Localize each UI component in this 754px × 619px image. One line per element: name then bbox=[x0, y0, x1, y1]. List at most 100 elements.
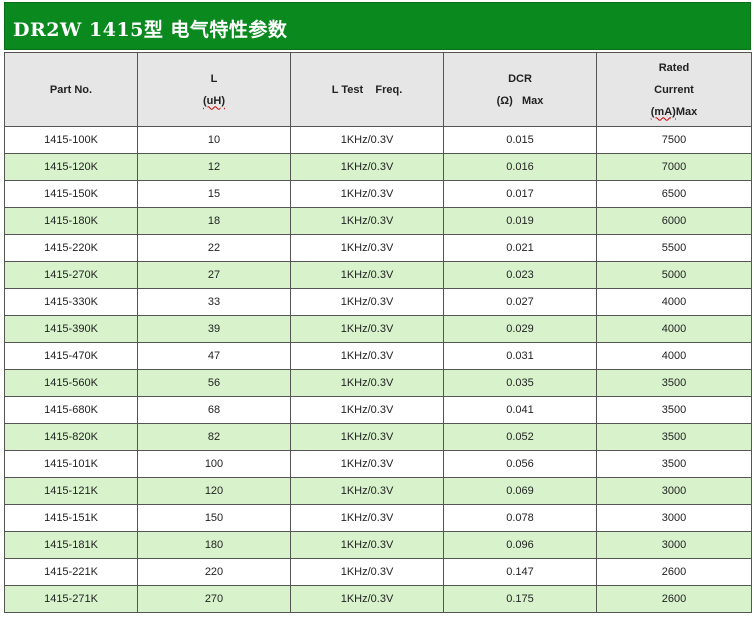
table-row: 1415-121K 120 1KHz/0.3V 0.069 3000 bbox=[4, 477, 752, 505]
header-l-label: L bbox=[210, 72, 218, 85]
inductance-cell: 270 bbox=[137, 585, 291, 613]
table-row: 1415-270K 27 1KHz/0.3V 0.023 5000 bbox=[4, 261, 752, 289]
dcr-cell: 0.175 bbox=[443, 585, 597, 613]
test-freq-cell: 1KHz/0.3V bbox=[290, 234, 444, 262]
test-freq-cell: 1KHz/0.3V bbox=[290, 504, 444, 532]
part-no-cell: 1415-390K bbox=[4, 315, 138, 343]
dcr-cell: 0.035 bbox=[443, 369, 597, 397]
inductance-cell: 120 bbox=[137, 477, 291, 505]
inductance-cell: 27 bbox=[137, 261, 291, 289]
test-freq-cell: 1KHz/0.3V bbox=[290, 261, 444, 289]
table-row: 1415-390K 39 1KHz/0.3V 0.029 4000 bbox=[4, 315, 752, 343]
rated-current-cell: 7000 bbox=[596, 153, 752, 181]
test-freq-cell: 1KHz/0.3V bbox=[290, 585, 444, 613]
test-freq-cell: 1KHz/0.3V bbox=[290, 558, 444, 586]
dcr-cell: 0.021 bbox=[443, 234, 597, 262]
header-current-line1: Rated bbox=[658, 61, 690, 74]
part-no-cell: 1415-820K bbox=[4, 423, 138, 451]
inductance-cell: 100 bbox=[137, 450, 291, 478]
rated-current-cell: 3500 bbox=[596, 423, 752, 451]
dcr-cell: 0.069 bbox=[443, 477, 597, 505]
header-current-line3: (mA)Max bbox=[597, 101, 751, 123]
table-row: 1415-150K 15 1KHz/0.3V 0.017 6500 bbox=[4, 180, 752, 208]
table-row: 1415-181K 180 1KHz/0.3V 0.096 3000 bbox=[4, 531, 752, 559]
test-freq-cell: 1KHz/0.3V bbox=[290, 126, 444, 154]
inductance-cell: 47 bbox=[137, 342, 291, 370]
header-rated-current: Rated Current (mA)Max bbox=[596, 52, 752, 127]
table-row: 1415-180K 18 1KHz/0.3V 0.019 6000 bbox=[4, 207, 752, 235]
rated-current-cell: 2600 bbox=[596, 585, 752, 613]
table-row: 1415-220K 22 1KHz/0.3V 0.021 5500 bbox=[4, 234, 752, 262]
test-freq-cell: 1KHz/0.3V bbox=[290, 477, 444, 505]
part-no-cell: 1415-181K bbox=[4, 531, 138, 559]
inductance-cell: 22 bbox=[137, 234, 291, 262]
table-row: 1415-151K 150 1KHz/0.3V 0.078 3000 bbox=[4, 504, 752, 532]
inductance-cell: 82 bbox=[137, 423, 291, 451]
table-body: 1415-100K 10 1KHz/0.3V 0.015 7500 1415-120K 12… bbox=[4, 126, 752, 613]
rated-current-cell: 7500 bbox=[596, 126, 752, 154]
page-title: DR2W 1415型 电气特性参数 bbox=[13, 19, 288, 41]
dcr-cell: 0.031 bbox=[443, 342, 597, 370]
dcr-cell: 0.016 bbox=[443, 153, 597, 181]
header-dcr-unit: (Ω) Max bbox=[496, 94, 544, 107]
rated-current-cell: 4000 bbox=[596, 288, 752, 316]
inductance-cell: 220 bbox=[137, 558, 291, 586]
part-no-cell: 1415-680K bbox=[4, 396, 138, 424]
table-row: 1415-680K 68 1KHz/0.3V 0.041 3500 bbox=[4, 396, 752, 424]
inductance-cell: 18 bbox=[137, 207, 291, 235]
table-row: 1415-820K 82 1KHz/0.3V 0.052 3500 bbox=[4, 423, 752, 451]
header-l-unit: (uH) bbox=[203, 94, 225, 107]
dcr-cell: 0.019 bbox=[443, 207, 597, 235]
title-bar: DR2W 1415型 电气特性参数 bbox=[4, 2, 751, 50]
dcr-cell: 0.017 bbox=[443, 180, 597, 208]
header-current-line2: Current bbox=[654, 83, 694, 96]
header-test-freq-label: L Test Freq. bbox=[331, 83, 403, 96]
table-row: 1415-100K 10 1KHz/0.3V 0.015 7500 bbox=[4, 126, 752, 154]
table-row: 1415-101K 100 1KHz/0.3V 0.056 3500 bbox=[4, 450, 752, 478]
test-freq-cell: 1KHz/0.3V bbox=[290, 423, 444, 451]
part-no-cell: 1415-221K bbox=[4, 558, 138, 586]
test-freq-cell: 1KHz/0.3V bbox=[290, 207, 444, 235]
rated-current-cell: 3000 bbox=[596, 504, 752, 532]
inductance-cell: 68 bbox=[137, 396, 291, 424]
dcr-cell: 0.147 bbox=[443, 558, 597, 586]
part-no-cell: 1415-180K bbox=[4, 207, 138, 235]
table-row: 1415-221K 220 1KHz/0.3V 0.147 2600 bbox=[4, 558, 752, 586]
part-no-cell: 1415-330K bbox=[4, 288, 138, 316]
dcr-cell: 0.027 bbox=[443, 288, 597, 316]
dcr-cell: 0.015 bbox=[443, 126, 597, 154]
part-no-cell: 1415-120K bbox=[4, 153, 138, 181]
test-freq-cell: 1KHz/0.3V bbox=[290, 531, 444, 559]
header-dcr-label: DCR bbox=[508, 72, 532, 85]
part-no-cell: 1415-560K bbox=[4, 369, 138, 397]
header-current-max: Max bbox=[675, 105, 698, 118]
rated-current-cell: 3000 bbox=[596, 531, 752, 559]
part-no-cell: 1415-271K bbox=[4, 585, 138, 613]
header-inductance: L (uH) bbox=[137, 52, 291, 127]
rated-current-cell: 3000 bbox=[596, 477, 752, 505]
dcr-cell: 0.041 bbox=[443, 396, 597, 424]
inductance-cell: 56 bbox=[137, 369, 291, 397]
part-no-cell: 1415-470K bbox=[4, 342, 138, 370]
header-test-freq: L Test Freq. bbox=[290, 52, 444, 127]
table-row: 1415-470K 47 1KHz/0.3V 0.031 4000 bbox=[4, 342, 752, 370]
test-freq-cell: 1KHz/0.3V bbox=[290, 288, 444, 316]
dcr-cell: 0.096 bbox=[443, 531, 597, 559]
test-freq-cell: 1KHz/0.3V bbox=[290, 450, 444, 478]
test-freq-cell: 1KHz/0.3V bbox=[290, 315, 444, 343]
part-no-cell: 1415-151K bbox=[4, 504, 138, 532]
test-freq-cell: 1KHz/0.3V bbox=[290, 342, 444, 370]
test-freq-cell: 1KHz/0.3V bbox=[290, 369, 444, 397]
table-row: 1415-271K 270 1KHz/0.3V 0.175 2600 bbox=[4, 585, 752, 613]
rated-current-cell: 3500 bbox=[596, 450, 752, 478]
inductance-cell: 10 bbox=[137, 126, 291, 154]
part-no-cell: 1415-121K bbox=[4, 477, 138, 505]
part-no-cell: 1415-101K bbox=[4, 450, 138, 478]
header-part-no: Part No. bbox=[4, 52, 138, 127]
rated-current-cell: 5000 bbox=[596, 261, 752, 289]
table-row: 1415-330K 33 1KHz/0.3V 0.027 4000 bbox=[4, 288, 752, 316]
part-no-cell: 1415-100K bbox=[4, 126, 138, 154]
inductance-cell: 12 bbox=[137, 153, 291, 181]
spec-table: Part No. L (uH) L Test Freq. DCR (Ω) Max… bbox=[4, 52, 752, 613]
inductance-cell: 39 bbox=[137, 315, 291, 343]
